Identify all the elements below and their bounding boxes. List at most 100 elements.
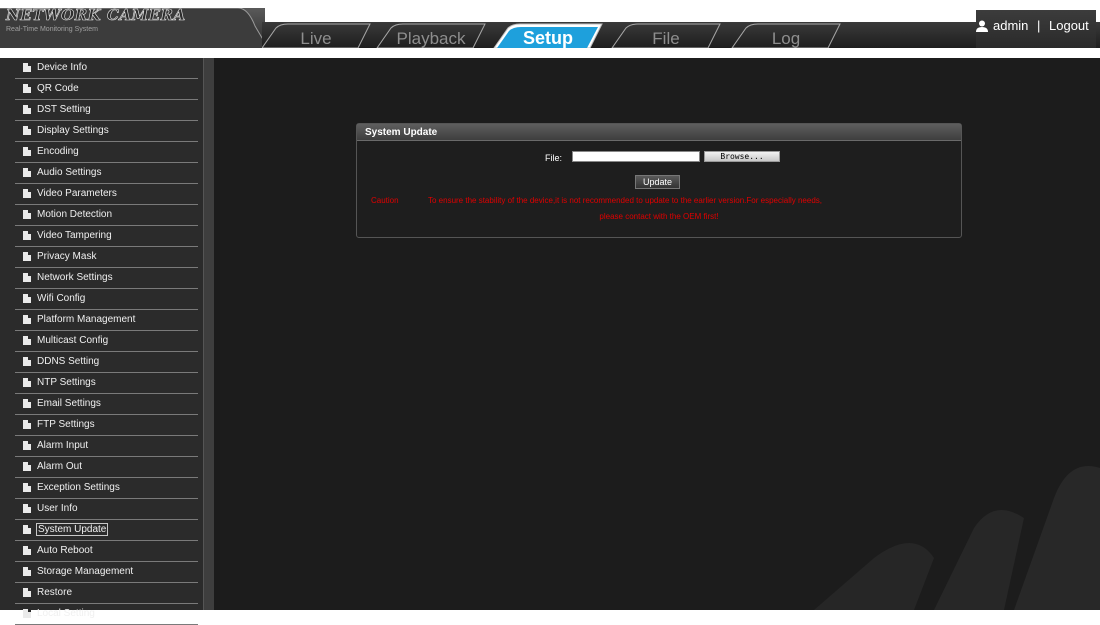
sidebar-item-label: Multicast Config: [37, 335, 109, 346]
sidebar-item-user-info[interactable]: User Info: [15, 499, 198, 520]
page-icon: [23, 441, 31, 450]
panel-title: System Update: [365, 127, 438, 138]
page-icon: [23, 420, 31, 429]
page-icon: [23, 546, 31, 555]
page-icon: [23, 357, 31, 366]
browse-button[interactable]: Browse...: [704, 151, 780, 162]
sidebar-item-label: DST Setting: [37, 104, 91, 115]
sidebar-item-alarm-input[interactable]: Alarm Input: [15, 436, 198, 457]
sidebar-item-auto-reboot[interactable]: Auto Reboot: [15, 541, 198, 562]
page-icon: [23, 126, 31, 135]
sidebar-item-system-update[interactable]: System Update: [15, 520, 198, 541]
sidebar-item-label: Exception Settings: [37, 482, 120, 493]
sidebar-item-storage-management[interactable]: Storage Management: [15, 562, 198, 583]
sidebar-item-label: FTP Settings: [37, 419, 95, 430]
page-icon: [23, 525, 31, 534]
app-subtitle: Real-Time Monitoring System: [6, 26, 98, 33]
username: admin: [993, 18, 1029, 33]
main-content: System Update File: Browse... Update Cau…: [214, 58, 1100, 610]
sidebar-item-label: Motion Detection: [37, 209, 113, 220]
page-icon: [23, 252, 31, 261]
page-icon: [23, 231, 31, 240]
tab-file[interactable]: File: [616, 29, 716, 48]
panel-header: System Update: [357, 124, 961, 141]
user-separator: |: [1037, 18, 1041, 33]
sidebar-menu: Device Info QR Code DST Setting Display Set…: [15, 58, 198, 625]
sidebar-item-restore[interactable]: Restore: [15, 583, 198, 604]
page-icon: [23, 504, 31, 513]
sidebar-item-label: Video Parameters: [37, 188, 117, 199]
sidebar-item-ftp-settings[interactable]: FTP Settings: [15, 415, 198, 436]
sidebar-item-label: Platform Management: [37, 314, 136, 325]
page-icon: [23, 189, 31, 198]
sidebar-item-label: Encoding: [37, 146, 79, 157]
sidebar-item-label: Email Settings: [37, 398, 101, 409]
sidebar-item-label: QR Code: [37, 83, 79, 94]
page-icon: [23, 567, 31, 576]
page-icon: [23, 294, 31, 303]
sidebar-item-display-settings[interactable]: Display Settings: [15, 121, 198, 142]
sidebar-item-ddns-setting[interactable]: DDNS Setting: [15, 352, 198, 373]
caution-text-line1: To ensure the stability of the device,it…: [428, 196, 822, 205]
sidebar-item-alarm-out[interactable]: Alarm Out: [15, 457, 198, 478]
tab-playback[interactable]: Playback: [381, 29, 481, 48]
file-path-input[interactable]: [572, 151, 700, 162]
page-icon: [23, 63, 31, 72]
page-icon: [23, 462, 31, 471]
sidebar-item-label: Restore: [37, 587, 73, 598]
caution-label: Caution: [371, 196, 399, 205]
sidebar-item-label: Video Tampering: [37, 230, 112, 241]
sidebar-item-local-setting[interactable]: Local Setting: [15, 604, 198, 625]
user-icon: [976, 20, 988, 32]
sidebar-item-label: Device Info: [37, 62, 88, 73]
page-icon: [23, 483, 31, 492]
tab-setup[interactable]: Setup: [498, 28, 598, 48]
sidebar-item-label: NTP Settings: [37, 377, 96, 388]
file-label: File:: [545, 153, 563, 163]
sidebar-item-multicast-config[interactable]: Multicast Config: [15, 331, 198, 352]
sidebar-item-label: Auto Reboot: [37, 545, 93, 556]
page-icon: [23, 399, 31, 408]
sidebar-item-exception-settings[interactable]: Exception Settings: [15, 478, 198, 499]
user-box: admin | Logout: [976, 10, 1096, 48]
sidebar-item-label: Display Settings: [37, 125, 109, 136]
header: NETWORK CAMERA Real-Time Monitoring Syst…: [0, 0, 1100, 48]
sidebar-item-label: Privacy Mask: [37, 251, 97, 262]
sidebar-item-network-settings[interactable]: Network Settings: [15, 268, 198, 289]
page-icon: [23, 273, 31, 282]
sidebar-item-platform-management[interactable]: Platform Management: [15, 310, 198, 331]
sidebar-item-ntp-settings[interactable]: NTP Settings: [15, 373, 198, 394]
sidebar-item-video-parameters[interactable]: Video Parameters: [15, 184, 198, 205]
logout-link[interactable]: Logout: [1049, 18, 1089, 33]
sidebar-item-audio-settings[interactable]: Audio Settings: [15, 163, 198, 184]
page-icon: [23, 105, 31, 114]
sidebar-item-wifi-config[interactable]: Wifi Config: [15, 289, 198, 310]
system-update-panel: System Update File: Browse... Update Cau…: [356, 123, 962, 238]
app-title: NETWORK CAMERA: [6, 6, 186, 25]
sidebar-item-label: Storage Management: [37, 566, 134, 577]
sidebar-item-email-settings[interactable]: Email Settings: [15, 394, 198, 415]
sidebar-item-encoding[interactable]: Encoding: [15, 142, 198, 163]
sidebar-item-motion-detection[interactable]: Motion Detection: [15, 205, 198, 226]
sidebar-item-device-info[interactable]: Device Info: [15, 58, 198, 79]
page-icon: [23, 588, 31, 597]
page-icon: [23, 84, 31, 93]
sidebar-item-label: Network Settings: [37, 272, 113, 283]
page-icon: [23, 147, 31, 156]
sidebar-item-privacy-mask[interactable]: Privacy Mask: [15, 247, 198, 268]
page-icon: [23, 210, 31, 219]
sidebar-item-label: Alarm Out: [37, 461, 83, 472]
sidebar-item-label: Audio Settings: [37, 167, 102, 178]
sidebar-item-label: System Update: [36, 523, 109, 536]
sidebar-item-label: Alarm Input: [37, 440, 89, 451]
update-button[interactable]: Update: [635, 175, 680, 189]
caution-text-line2: please contact with the OEM first!: [599, 212, 719, 221]
page-icon: [23, 315, 31, 324]
sidebar-item-label: Wifi Config: [37, 293, 86, 304]
sidebar-item-qr-code[interactable]: QR Code: [15, 79, 198, 100]
page-icon: [23, 168, 31, 177]
tab-live[interactable]: Live: [266, 29, 366, 48]
sidebar-item-dst-setting[interactable]: DST Setting: [15, 100, 198, 121]
sidebar-item-video-tampering[interactable]: Video Tampering: [15, 226, 198, 247]
tab-log[interactable]: Log: [736, 29, 836, 48]
